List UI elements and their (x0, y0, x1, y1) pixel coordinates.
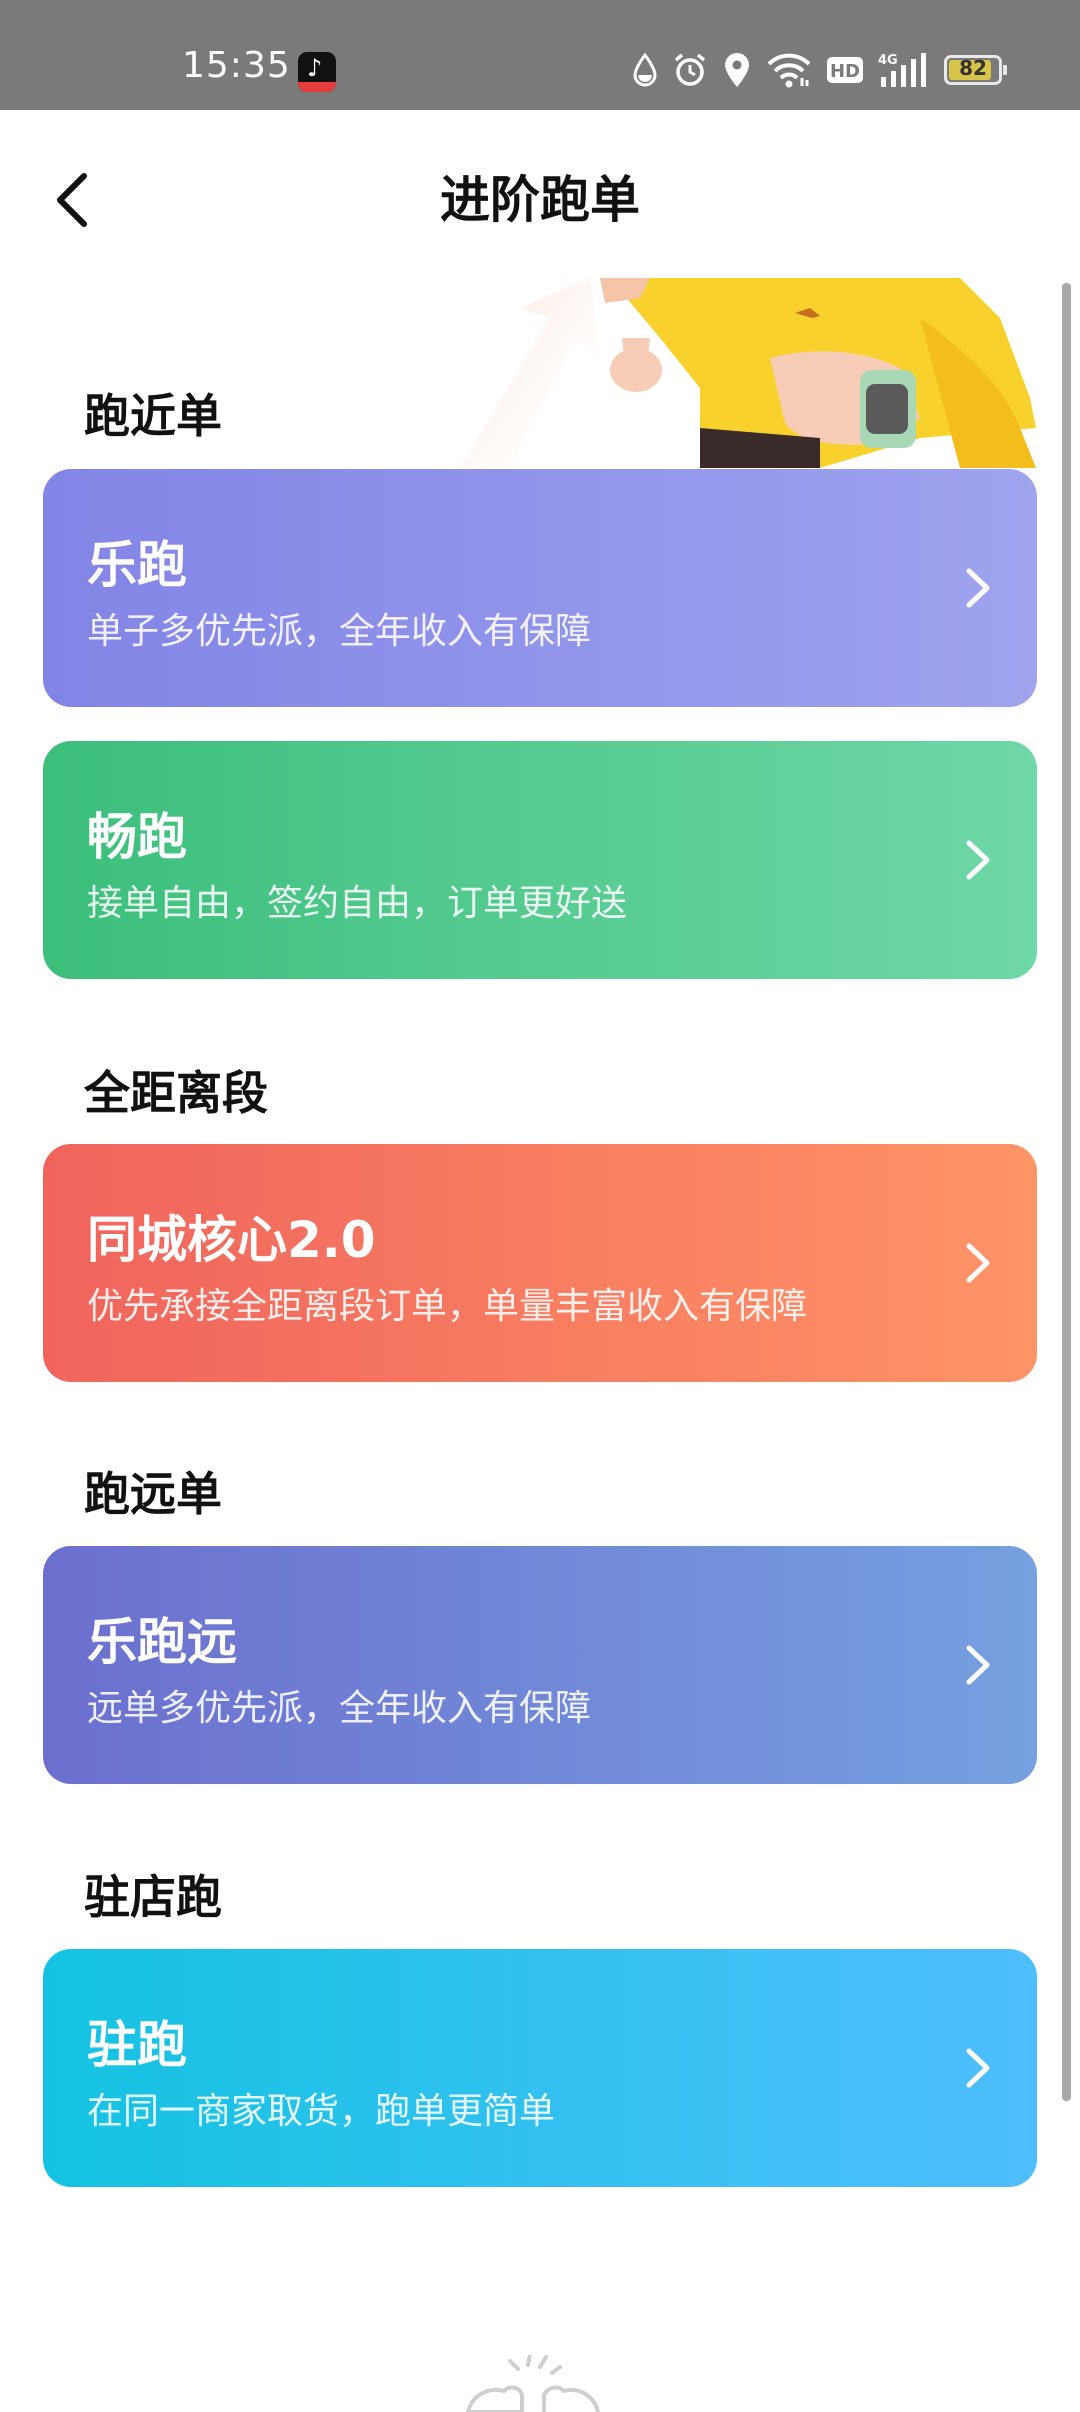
alarm-icon (674, 53, 706, 86)
page-title: 进阶跑单 (440, 171, 640, 229)
card-lepao[interactable]: 乐跑 单子多优先派，全年收入有保障 (43, 469, 1037, 707)
page-header: 进阶跑单 (0, 110, 1080, 280)
svg-text:HD: HD (830, 61, 860, 82)
chevron-right-icon (966, 568, 990, 608)
battery-level: 82 (959, 56, 987, 80)
battery-icon: 82 (944, 55, 1007, 85)
chevron-right-icon (966, 2048, 990, 2088)
signal-icon: 4G (878, 53, 926, 87)
card-zhupao[interactable]: 驻跑 在同一商家取货，跑单更简单 (43, 1949, 1037, 2187)
card-title: 乐跑远 (87, 1613, 237, 1671)
card-subtitle: 远单多优先派，全年收入有保障 (87, 1688, 592, 1729)
wifi-icon (767, 53, 811, 88)
section-title-far: 跑远单 (84, 1467, 222, 1521)
runner-illustration (460, 278, 1036, 468)
status-icons: HD 4G 82 (632, 50, 1007, 90)
scrollbar[interactable] (1062, 283, 1071, 2101)
location-icon (725, 53, 749, 87)
status-time: 15:35 (182, 45, 291, 86)
card-city-core[interactable]: 同城核心2.0 优先承接全距离段订单，单量丰富收入有保障 (43, 1144, 1037, 1382)
card-title: 乐跑 (87, 536, 187, 594)
card-lepaoyuan[interactable]: 乐跑远 远单多优先派，全年收入有保障 (43, 1546, 1037, 1784)
card-subtitle: 接单自由，签约自由，订单更好送 (87, 883, 628, 924)
chevron-right-icon (966, 1645, 990, 1685)
svg-text:4G: 4G (878, 53, 898, 68)
section-title-near: 跑近单 (84, 389, 222, 443)
card-title: 同城核心2.0 (87, 1211, 376, 1269)
card-title: 畅跑 (87, 808, 187, 866)
chevron-right-icon (966, 840, 990, 880)
card-subtitle: 优先承接全距离段订单，单量丰富收入有保障 (87, 1286, 808, 1327)
card-title: 驻跑 (87, 2016, 187, 2074)
app-badge-icon: ♪ (298, 52, 336, 92)
card-subtitle: 单子多优先派，全年收入有保障 (87, 611, 592, 652)
clapping-hands-icon (465, 2355, 600, 2412)
status-bar: 15:35 ♪ HD 4G 82 (0, 0, 1080, 110)
section-title-store: 驻店跑 (84, 1870, 222, 1924)
card-subtitle: 在同一商家取货，跑单更简单 (87, 2091, 556, 2132)
hd-icon: HD (827, 57, 863, 83)
drop-icon (633, 53, 657, 87)
chevron-right-icon (966, 1243, 990, 1283)
section-title-full-distance: 全距离段 (84, 1066, 268, 1120)
card-changpao[interactable]: 畅跑 接单自由，签约自由，订单更好送 (43, 741, 1037, 979)
